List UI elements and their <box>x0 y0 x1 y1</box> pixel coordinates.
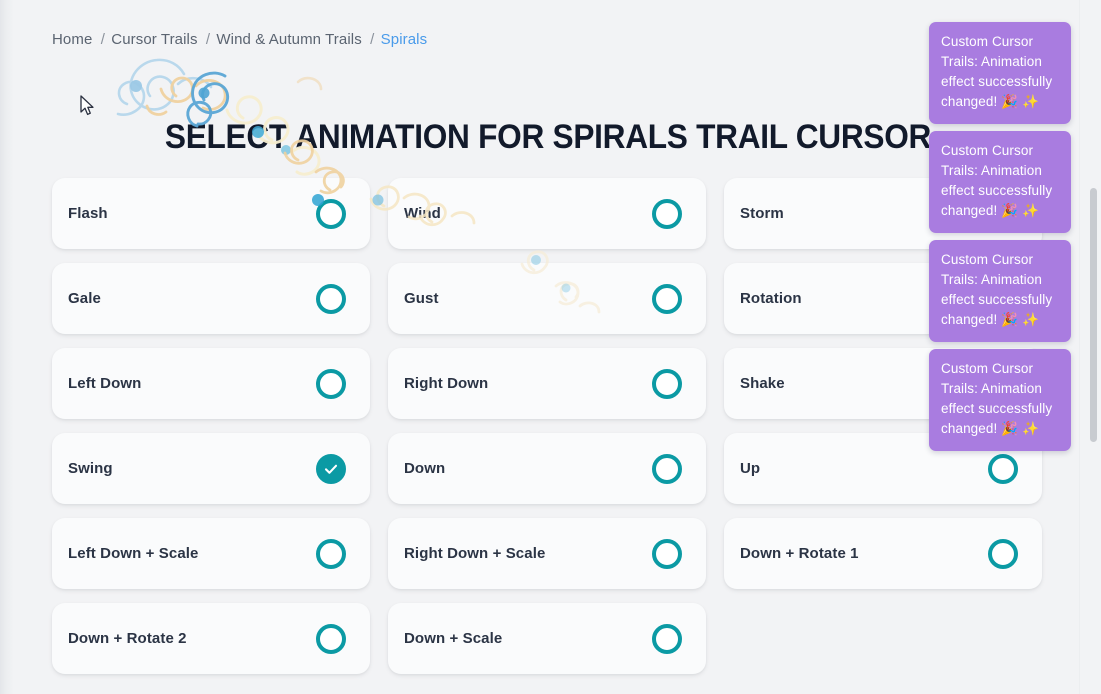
radio-unselected-icon[interactable] <box>652 538 682 569</box>
option-label: Flash <box>68 205 108 222</box>
option-card-flash[interactable]: Flash <box>52 178 370 249</box>
toast-notification[interactable]: Custom Cursor Trails: Animation effect s… <box>929 131 1071 233</box>
option-card-wind[interactable]: Wind <box>388 178 706 249</box>
animation-options-grid: Flash Wind Storm Gale Gust Rotation Left… <box>52 178 1044 674</box>
page-title: SELECT ANIMATION FOR SPIRALS TRAIL CURSO… <box>164 118 932 156</box>
left-edge-gradient <box>0 0 14 694</box>
page-root: Home / Cursor Trails / Wind & Autumn Tra… <box>0 0 1101 694</box>
option-label: Gale <box>68 290 101 307</box>
check-icon <box>324 464 338 474</box>
option-label: Down + Rotate 1 <box>740 545 859 562</box>
breadcrumb: Home / Cursor Trails / Wind & Autumn Tra… <box>52 31 427 48</box>
breadcrumb-item-wind-autumn-trails[interactable]: Wind & Autumn Trails <box>216 31 361 48</box>
breadcrumb-separator: / <box>205 31 211 48</box>
option-label: Swing <box>68 460 113 477</box>
option-label: Wind <box>404 205 441 222</box>
radio-unselected-icon[interactable] <box>652 623 682 654</box>
option-card-swing[interactable]: Swing <box>52 433 370 504</box>
radio-unselected-icon[interactable] <box>988 538 1018 569</box>
radio-unselected-icon[interactable] <box>316 198 346 229</box>
mouse-cursor-icon <box>80 95 94 116</box>
toast-notification[interactable]: Custom Cursor Trails: Animation effect s… <box>929 240 1071 342</box>
toast-notification-stack: Custom Cursor Trails: Animation effect s… <box>929 22 1071 451</box>
vertical-scrollbar-thumb[interactable] <box>1090 188 1097 442</box>
option-card-gust[interactable]: Gust <box>388 263 706 334</box>
option-label: Right Down <box>404 375 489 392</box>
option-label: Shake <box>740 375 785 392</box>
breadcrumb-separator: / <box>370 31 375 48</box>
radio-unselected-icon[interactable] <box>316 623 346 654</box>
option-card-gale[interactable]: Gale <box>52 263 370 334</box>
option-card-right-down-scale[interactable]: Right Down + Scale <box>388 518 706 589</box>
option-label: Down + Scale <box>404 630 503 647</box>
toast-notification[interactable]: Custom Cursor Trails: Animation effect s… <box>929 349 1071 451</box>
radio-unselected-icon[interactable] <box>988 453 1018 484</box>
radio-unselected-icon[interactable] <box>652 368 682 399</box>
option-card-left-down[interactable]: Left Down <box>52 348 370 419</box>
radio-selected-icon[interactable] <box>316 453 346 484</box>
radio-unselected-icon[interactable] <box>316 368 346 399</box>
breadcrumb-item-cursor-trails[interactable]: Cursor Trails <box>111 31 197 48</box>
option-label: Down <box>404 460 446 477</box>
option-label: Gust <box>404 290 439 307</box>
breadcrumb-separator: / <box>100 31 105 48</box>
breadcrumb-item-spirals[interactable]: Spirals <box>381 31 428 48</box>
option-label: Up <box>740 460 761 477</box>
option-card-down-rotate-2[interactable]: Down + Rotate 2 <box>52 603 370 674</box>
option-card-down-scale[interactable]: Down + Scale <box>388 603 706 674</box>
radio-unselected-icon[interactable] <box>316 538 346 569</box>
radio-unselected-icon[interactable] <box>652 198 682 229</box>
option-label: Rotation <box>740 290 802 307</box>
option-label: Right Down + Scale <box>404 545 546 562</box>
option-card-down-rotate-1[interactable]: Down + Rotate 1 <box>724 518 1042 589</box>
option-card-left-down-scale[interactable]: Left Down + Scale <box>52 518 370 589</box>
option-card-right-down[interactable]: Right Down <box>388 348 706 419</box>
radio-unselected-icon[interactable] <box>652 283 682 314</box>
radio-unselected-icon[interactable] <box>316 283 346 314</box>
option-label: Left Down <box>68 375 142 392</box>
option-label: Down + Rotate 2 <box>68 630 187 647</box>
toast-notification[interactable]: Custom Cursor Trails: Animation effect s… <box>929 22 1071 124</box>
option-label: Storm <box>740 205 784 222</box>
option-label: Left Down + Scale <box>68 545 199 562</box>
radio-unselected-icon[interactable] <box>652 453 682 484</box>
option-card-down[interactable]: Down <box>388 433 706 504</box>
breadcrumb-item-home[interactable]: Home <box>52 31 92 48</box>
